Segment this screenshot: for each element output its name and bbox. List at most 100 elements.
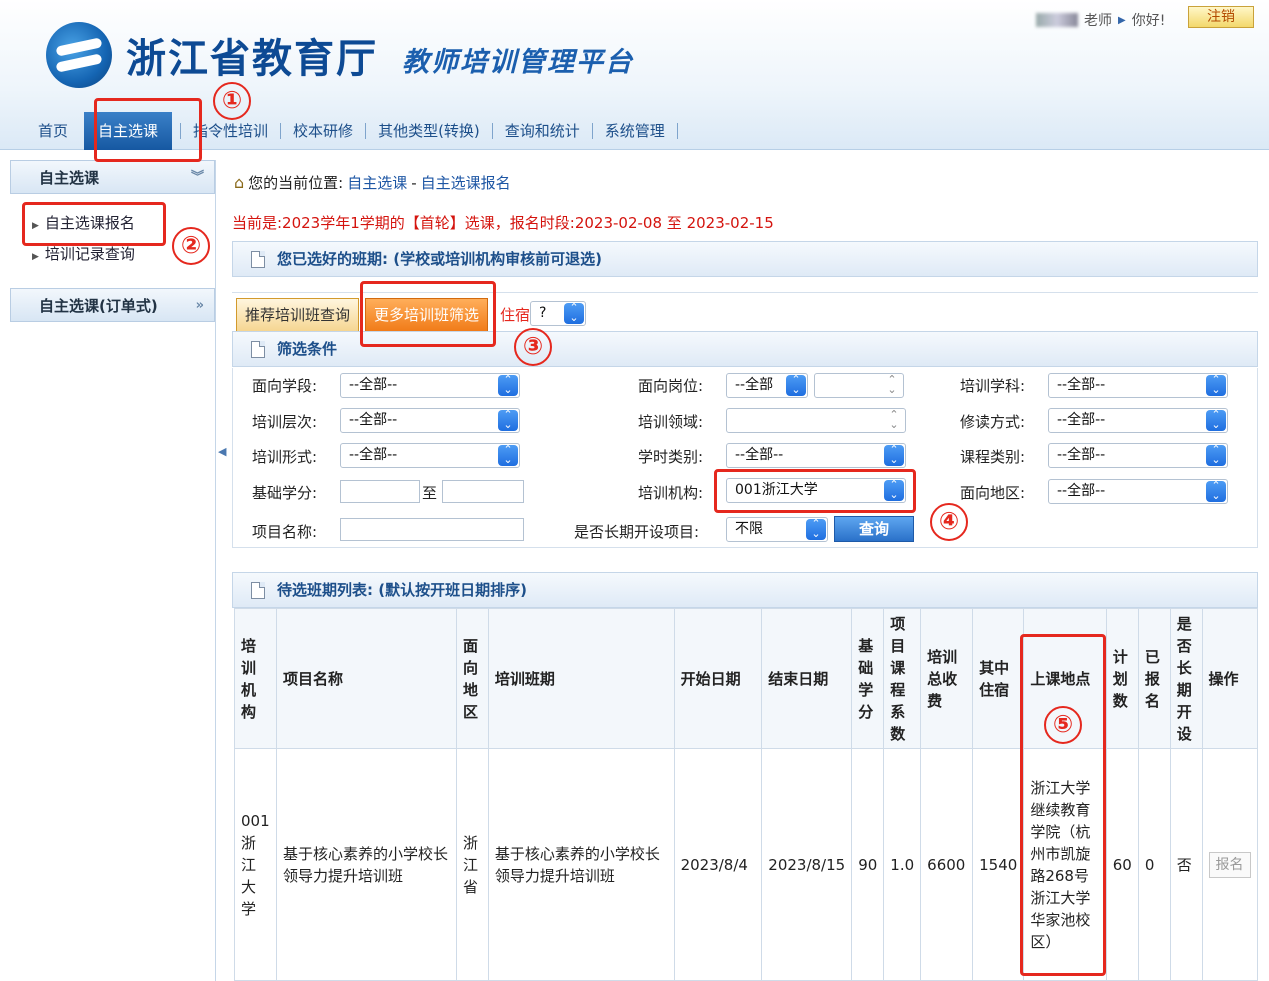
domain-select[interactable]: ⌃ ⌄ <box>726 408 906 433</box>
col-coef: 项目课程系数 <box>883 608 922 749</box>
post-label: 面向岗位: <box>638 377 704 395</box>
period-end: 2023-02-15 <box>686 214 774 232</box>
subject-select[interactable]: --全部-- ⌃ ⌄ <box>1048 373 1228 398</box>
breadcrumb-link-self-select[interactable]: 自主选课 <box>347 172 407 193</box>
subject-label: 培训学科: <box>960 377 1026 395</box>
project-label: 项目名称: <box>252 523 318 541</box>
mode-select[interactable]: --全部-- ⌃ ⌄ <box>1048 408 1228 433</box>
sidebar-group-order[interactable]: 自主选课(订单式) » <box>10 288 215 322</box>
cell-start: 2023/8/4 <box>673 748 763 981</box>
collapse-arrow-icon[interactable]: ◀ <box>218 445 226 458</box>
annotation-box-2 <box>22 202 166 246</box>
double-chevron-down-icon[interactable]: ︾ <box>191 161 204 195</box>
select-arrows-icon: ⌃ ⌄ <box>1206 409 1226 431</box>
mode-value: --全部-- <box>1057 412 1106 428</box>
longterm-value: 不限 <box>735 521 763 537</box>
level-select[interactable]: --全部-- ⌃ ⌄ <box>340 408 520 433</box>
hours-label: 学时类别: <box>638 448 704 466</box>
form-label: 培训形式: <box>252 448 318 466</box>
triangle-right-icon: ▶ <box>32 252 39 262</box>
region-value: --全部-- <box>1057 483 1106 499</box>
select-arrows-icon: ⌃ ⌄ <box>498 409 518 431</box>
cell-class-link[interactable]: 基于核心素养的小学校长领导力提升培训班 <box>487 748 675 981</box>
longterm-select[interactable]: 不限 ⌃ ⌄ <box>726 517 828 542</box>
credit-max-input[interactable] <box>442 480 524 503</box>
sidebar-group-title: 自主选课(订单式) <box>39 297 158 315</box>
col-fee: 培训总收费 <box>920 608 974 749</box>
nav-school-research[interactable]: 校本研修 <box>281 112 365 150</box>
site-name: 浙江省教育厅 <box>126 35 378 82</box>
nav-home[interactable]: 首页 <box>26 112 80 150</box>
logout-button[interactable]: 注销 <box>1188 6 1254 28</box>
document-icon <box>251 341 265 358</box>
col-lodging: 其中住宿 <box>972 608 1025 749</box>
cell-region: 浙江省 <box>455 748 489 981</box>
project-name-input[interactable] <box>340 518 524 541</box>
col-action: 操作 <box>1201 608 1259 749</box>
annotation-number-4: ④ <box>930 503 968 541</box>
stage-value: --全部-- <box>349 377 398 393</box>
annotation-number-2: ② <box>172 227 210 265</box>
mode-label: 修读方式: <box>960 413 1026 431</box>
sidebar-group-self-select[interactable]: 自主选课 ︾ <box>10 160 215 194</box>
period-to: 至 <box>666 214 682 232</box>
logo-icon <box>46 22 112 88</box>
user-name-blurred <box>1036 13 1078 27</box>
lodging-select[interactable]: ? ⌃ ⌄ <box>530 301 586 326</box>
course-value: --全部-- <box>1057 447 1106 463</box>
platform-name: 教师培训管理平台 <box>402 47 634 78</box>
annotation-box-5 <box>1020 634 1106 976</box>
lodging-value: ? <box>539 305 547 321</box>
nav-other-types[interactable]: 其他类型(转换) <box>366 112 492 150</box>
form-value: --全部-- <box>349 447 398 463</box>
selected-classes-bar: 您已选好的班期: (学校或培训机构审核前可退选) <box>232 241 1258 277</box>
double-chevron-right-icon[interactable]: » <box>196 289 204 323</box>
col-end: 结束日期 <box>761 608 853 749</box>
region-select[interactable]: --全部-- ⌃ ⌄ <box>1048 479 1228 504</box>
form-select[interactable]: --全部-- ⌃ ⌄ <box>340 443 520 468</box>
credit-label: 基础学分: <box>252 484 318 502</box>
col-class: 培训班期 <box>487 608 675 749</box>
annotation-number-1: ① <box>213 82 251 120</box>
post-sub-select[interactable]: ⌃ ⌄ <box>814 373 904 398</box>
nav-query-stats[interactable]: 查询和统计 <box>493 112 592 150</box>
credit-min-input[interactable] <box>340 480 420 503</box>
cell-longterm: 否 <box>1169 748 1203 981</box>
hours-value: --全部-- <box>735 447 784 463</box>
selected-note: (学校或培训机构审核前可退选) <box>393 250 602 268</box>
region-label: 面向地区: <box>960 484 1026 502</box>
select-arrows-icon: ⌃ ⌄ <box>884 409 904 431</box>
enroll-period: 当前是:2023学年1学期的【首轮】选课，报名时段:2023-02-08 至 2… <box>232 212 774 233</box>
col-project: 项目名称 <box>275 608 457 749</box>
stage-select[interactable]: --全部-- ⌃ ⌄ <box>340 373 520 398</box>
cell-credit: 90 <box>851 748 885 981</box>
select-arrows-icon: ⌃ ⌄ <box>884 444 904 466</box>
col-longterm: 是否长期开设 <box>1169 608 1203 749</box>
breadcrumb-prefix: 您的当前位置: <box>248 174 344 192</box>
annotation-number-5: ⑤ <box>1044 706 1082 744</box>
nav-system-admin[interactable]: 系统管理 <box>593 112 677 150</box>
query-button[interactable]: 查询 <box>834 516 914 542</box>
tab-recommended[interactable]: 推荐培训班查询 <box>236 298 360 332</box>
selected-title: 您已选好的班期: <box>277 250 388 268</box>
breadcrumb-link-enroll[interactable]: 自主选课报名 <box>421 172 511 193</box>
annotation-box-1 <box>94 98 202 162</box>
signup-button[interactable]: 报名 <box>1208 851 1251 878</box>
home-icon: ⌂ <box>234 173 245 192</box>
select-arrows-icon: ⌃ ⌄ <box>806 518 826 540</box>
list-title: 待选班期列表: <box>277 581 373 599</box>
nav-divider <box>676 123 678 139</box>
breadcrumb-separator: - <box>411 173 417 192</box>
sidebar: 自主选课 ︾ ▶ 自主选课报名 ▶ 培训记录查询 自主选课(订单式) » <box>10 160 216 981</box>
period-text: 当前是:2023学年1学期的【首轮】选课，报名时段: <box>232 214 575 232</box>
longterm-label: 是否长期开设项目: <box>574 523 700 541</box>
credit-to-label: 至 <box>422 484 438 502</box>
post-select[interactable]: --全部 ⌃ ⌄ <box>726 373 808 398</box>
select-arrows-icon: ⌃ ⌄ <box>564 302 584 324</box>
list-note: (默认按开班日期排序) <box>378 581 527 599</box>
user-area: 老师 ▶ 你好! <box>1036 10 1165 30</box>
cell-org[interactable]: 001浙江大学 <box>234 748 277 981</box>
col-plan: 计划数 <box>1105 608 1139 749</box>
hours-select[interactable]: --全部-- ⌃ ⌄ <box>726 443 906 468</box>
course-select[interactable]: --全部-- ⌃ ⌄ <box>1048 443 1228 468</box>
